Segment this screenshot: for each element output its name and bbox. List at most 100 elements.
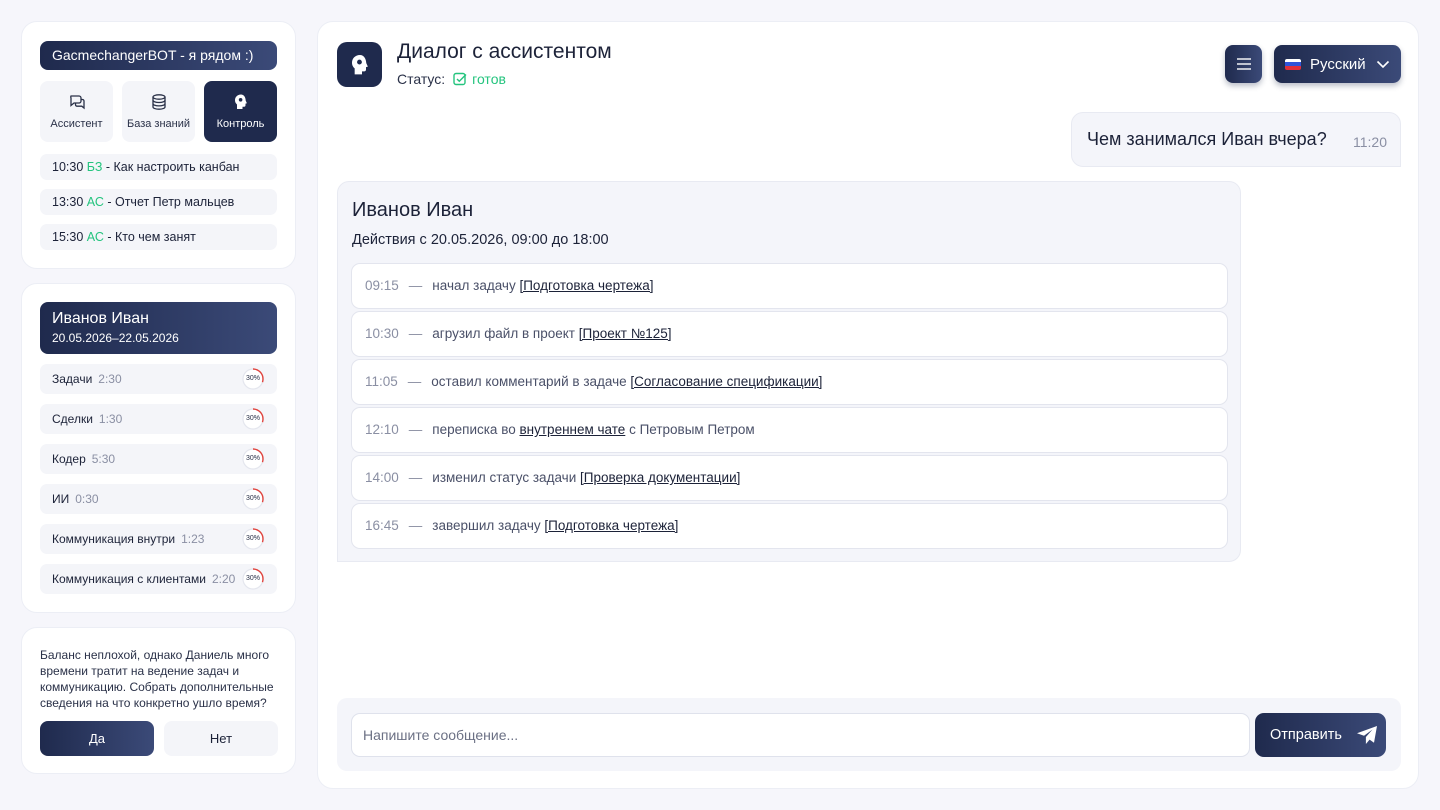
activity-dash: —: [408, 278, 423, 293]
paper-plane-icon: [1356, 725, 1378, 745]
history-time: 15:30: [52, 230, 84, 244]
status-badge: готов: [453, 71, 506, 87]
yes-button[interactable]: Да: [40, 721, 154, 756]
activity-time: 10:30: [365, 326, 399, 341]
activity-time: 12:10: [365, 422, 399, 437]
metric-time: 0:30: [75, 492, 99, 506]
menu-button[interactable]: [1225, 45, 1262, 83]
metric-percent: 30%: [245, 575, 260, 582]
metric-time: 1:30: [98, 412, 123, 426]
assistant-avatar: [337, 42, 382, 87]
mode-tabs: Ассистент База знаний Контроль: [40, 81, 277, 142]
activity-time: 16:45: [365, 518, 399, 533]
metric-label: Кодер: [52, 452, 86, 466]
history-item[interactable]: 10:30 БЗ - Как настроить канбан: [40, 154, 277, 180]
employee-stats-card: Иванов Иван 20.05.2026–22.05.2026 Задачи…: [21, 283, 296, 613]
report-employee-name: Иванов Иван: [352, 199, 474, 221]
message-input[interactable]: [351, 713, 1250, 757]
database-icon: [150, 93, 168, 111]
metric-time: 2:30: [98, 372, 122, 386]
activity-dash: —: [408, 518, 423, 533]
history-text: - Отчет Петр мальцев: [107, 195, 235, 209]
user-message-time: 11:20: [1353, 134, 1387, 150]
tab-control[interactable]: Контроль: [204, 81, 277, 142]
activity-dash: —: [408, 470, 423, 485]
activity-row: 12:10 — переписка во внутреннем чате с Пет…: [351, 407, 1228, 453]
metric-row[interactable]: Задачи 2:30 30%: [40, 364, 277, 394]
history-text: - Кто чем занят: [107, 230, 196, 244]
history-text: - Как настроить канбан: [105, 160, 240, 174]
activity-row: 09:15 — начал задачу [Подготовка чертежа]: [351, 263, 1228, 309]
status-row: Статус: готов: [397, 71, 506, 87]
metric-time: 1:23: [181, 532, 205, 546]
activity-text: агрузил файл в проект: [432, 326, 575, 341]
metric-percent: 30%: [245, 535, 260, 542]
activity-text: оставил комментарий в задаче: [431, 374, 627, 389]
tab-knowledge-base[interactable]: База знаний: [122, 81, 195, 142]
no-button[interactable]: Нет: [164, 721, 278, 756]
language-select[interactable]: Русский: [1274, 45, 1401, 83]
activity-link[interactable]: [Проверка документации]: [580, 470, 740, 485]
activity-link[interactable]: [Проект №125]: [579, 326, 672, 341]
bot-title: GacmechangerBOT - я рядом :): [40, 41, 277, 70]
head-brain-icon: [348, 53, 372, 77]
metric-time: 5:30: [91, 452, 116, 466]
checkbox-check-icon: [453, 72, 467, 86]
metric-percent: 30%: [245, 455, 260, 462]
metric-percent: 30%: [245, 415, 260, 422]
metric-row[interactable]: Сделки 1:30 30%: [40, 404, 277, 434]
activity-link[interactable]: [Подготовка чертежа]: [519, 278, 653, 293]
metric-row[interactable]: ИИ 0:30 30%: [40, 484, 277, 514]
activity-link[interactable]: [Согласование спецификации]: [630, 374, 822, 389]
history-tag: АС: [86, 230, 104, 244]
activity-time: 09:15: [365, 278, 399, 293]
send-button-label: Отправить: [1270, 727, 1342, 743]
user-message-text: Чем занимался Иван вчера?: [1087, 129, 1327, 149]
history-tag: БЗ: [86, 160, 103, 174]
employee-header: Иванов Иван 20.05.2026–22.05.2026: [40, 302, 277, 354]
metric-row[interactable]: Коммуникация внутри 1:23 30%: [40, 524, 277, 554]
tab-assistant-label: Ассистент: [50, 118, 103, 130]
metric-time: 2:20: [211, 572, 236, 586]
history-time: 13:30: [52, 195, 84, 209]
activity-time: 11:05: [365, 374, 398, 389]
send-button[interactable]: Отправить: [1255, 713, 1386, 757]
activity-link[interactable]: внутреннем чате: [520, 422, 626, 437]
activity-dash: —: [408, 326, 423, 341]
activity-row: 14:00 — изменил статус задачи [Проверка до…: [351, 455, 1228, 501]
activity-row: 11:05 — оставил комментарий в задаче [Согл…: [351, 359, 1228, 405]
metric-label: ИИ: [52, 492, 70, 506]
activity-text: завершил задачу: [432, 518, 541, 533]
history-item[interactable]: 13:30 АС - Отчет Петр мальцев: [40, 189, 277, 215]
report-period: Действия с 20.05.2026, 09:00 до 18:00: [352, 232, 609, 248]
metric-row[interactable]: Коммуникация с клиентами 2:20 30%: [40, 564, 277, 594]
metric-percent: 30%: [245, 495, 260, 502]
advice-card: Баланс неплохой, однако Даниель много вр…: [21, 627, 296, 774]
history-item[interactable]: 15:30 АС - Кто чем занят: [40, 224, 277, 250]
chevron-down-icon: [1376, 57, 1390, 71]
metric-label: Коммуникация внутри: [52, 532, 176, 546]
history-tag: АС: [86, 195, 104, 209]
activity-row: 16:45 — завершил задачу [Подготовка чертеж…: [351, 503, 1228, 549]
activity-row: 10:30 — агрузил файл в проект [Проект №125…: [351, 311, 1228, 357]
activity-suffix: с Петровым Петром: [629, 422, 755, 437]
message-composer: Отправить: [337, 698, 1401, 771]
history-time: 10:30: [52, 160, 84, 174]
employee-name: Иванов Иван: [52, 310, 149, 327]
status-label: Статус:: [397, 71, 446, 87]
activity-dash: —: [408, 422, 423, 437]
activity-text: изменил статус задачи: [432, 470, 577, 485]
activity-dash: —: [407, 374, 422, 389]
assistant-message: Иванов Иван Действия с 20.05.2026, 09:00…: [337, 181, 1241, 562]
russia-flag-icon: [1285, 58, 1301, 70]
head-brain-icon: [232, 93, 250, 111]
advice-text: Баланс неплохой, однако Даниель много вр…: [40, 648, 274, 710]
activity-link[interactable]: [Подготовка чертежа]: [544, 518, 678, 533]
chat-bubbles-icon: [68, 93, 86, 111]
user-message: Чем занимался Иван вчера? 11:20: [1071, 112, 1401, 167]
tab-assistant[interactable]: Ассистент: [40, 81, 113, 142]
metric-row[interactable]: Кодер 5:30 30%: [40, 444, 277, 474]
hamburger-icon: [1236, 58, 1251, 70]
assistant-menu-card: GacmechangerBOT - я рядом :) Ассистент Б…: [21, 21, 296, 269]
activity-time: 14:00: [365, 470, 399, 485]
